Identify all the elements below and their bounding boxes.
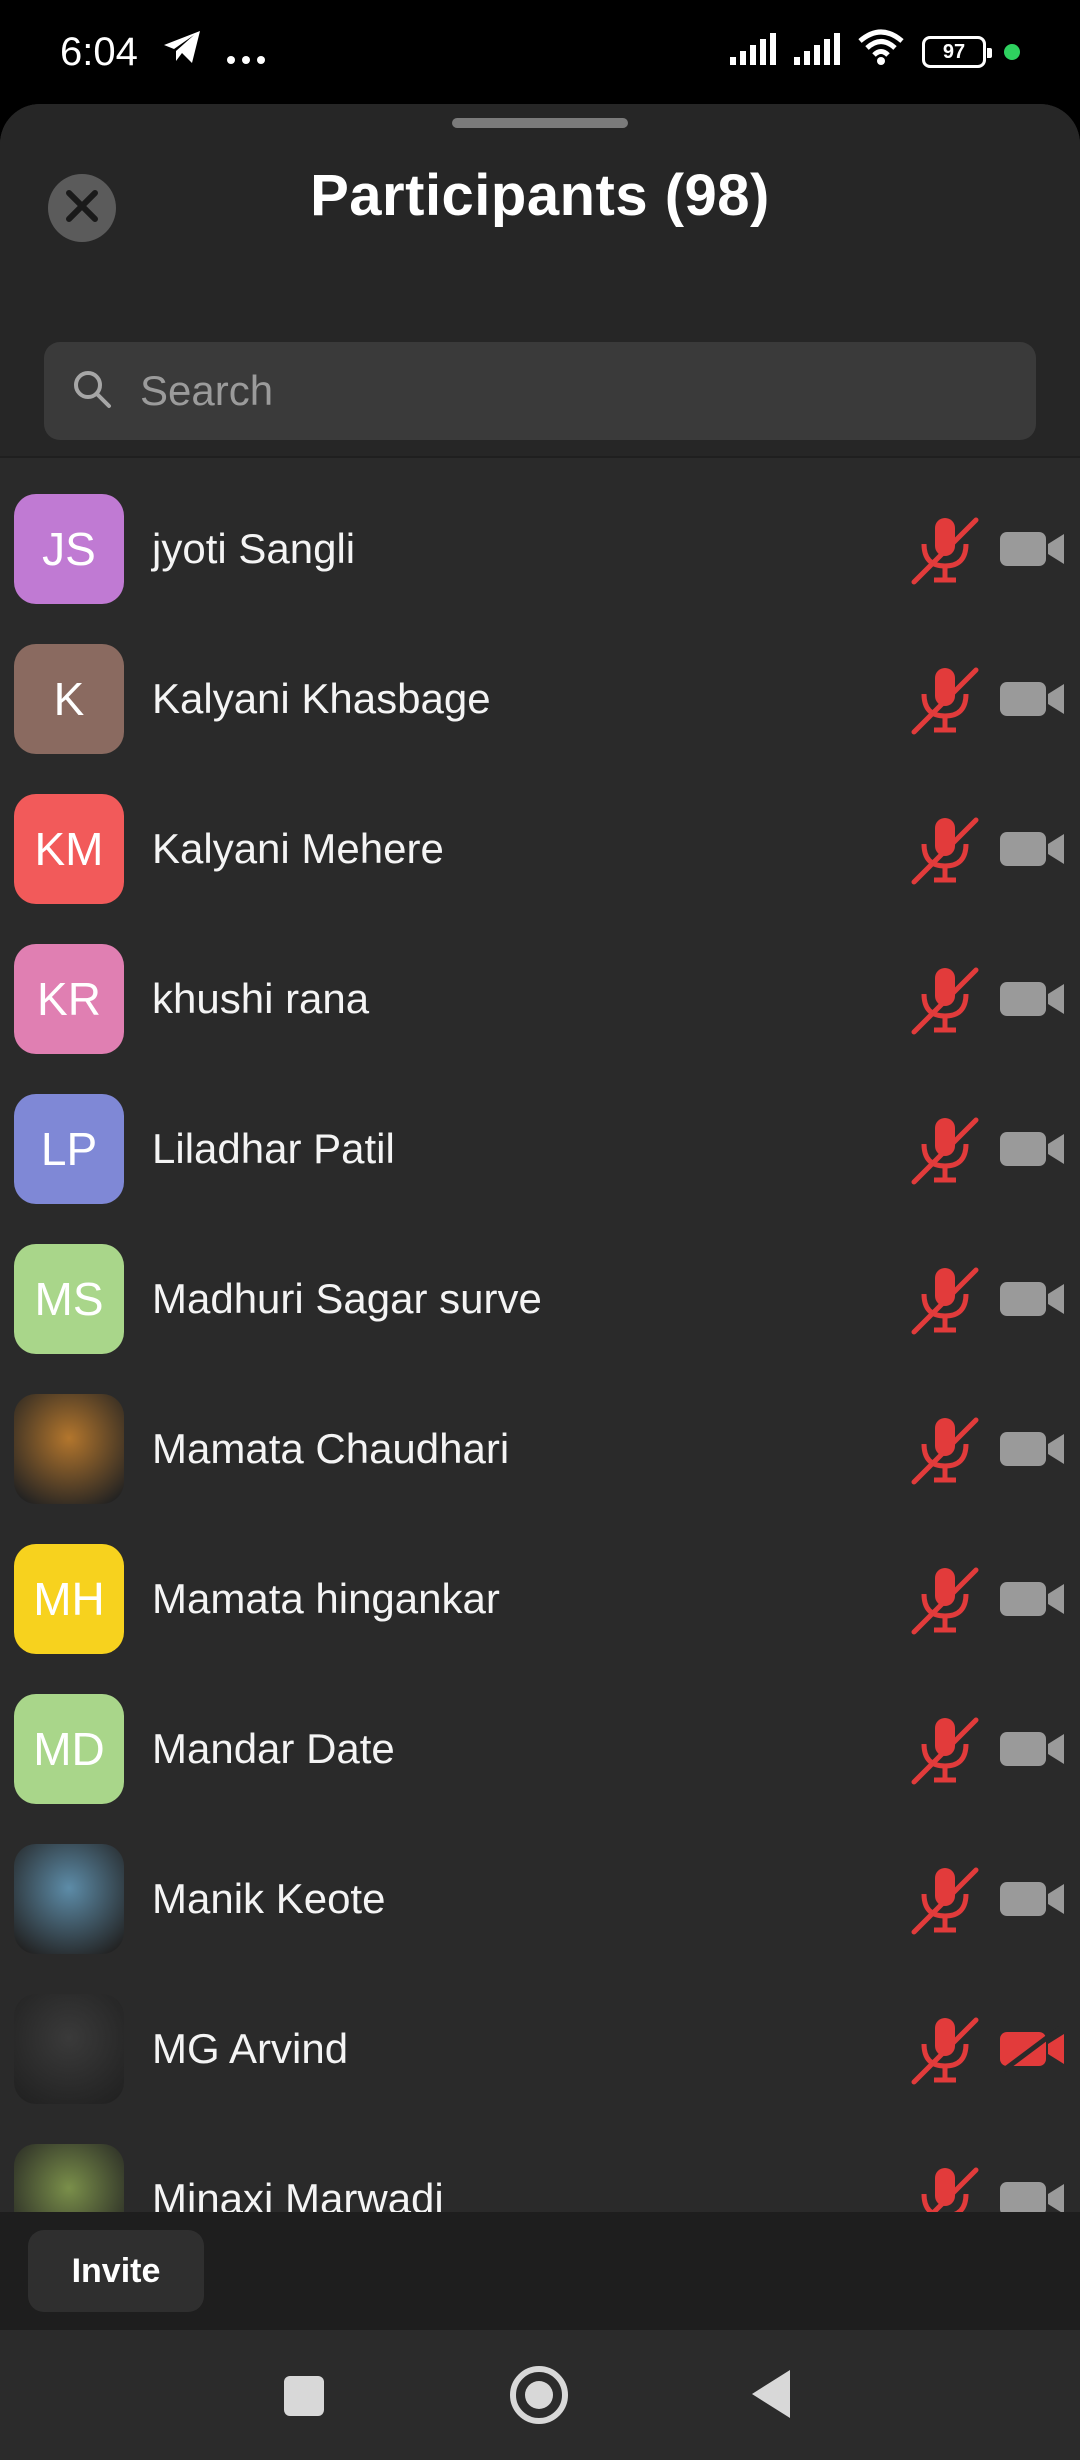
participant-name: khushi rana (152, 975, 370, 1022)
mic-muted-icon[interactable] (910, 1264, 980, 1336)
list-item[interactable]: MS Madhuri Sagar surve (0, 1224, 1080, 1374)
mic-muted-icon[interactable] (910, 1714, 980, 1786)
participant-name: Madhuri Sagar surve (152, 1275, 542, 1322)
mic-muted-icon[interactable] (910, 814, 980, 886)
avatar: LP (14, 1094, 124, 1204)
list-item[interactable]: KM Kalyani Mehere (0, 774, 1080, 924)
avatar-initials: MD (33, 1723, 105, 1775)
avatar-initials: K (53, 673, 85, 725)
avatar (14, 1844, 124, 1954)
participant-name: Kalyani Mehere (152, 825, 444, 872)
back-button[interactable] (752, 2370, 790, 2418)
status-time: 6:04 (60, 29, 138, 74)
video-icon[interactable] (1000, 1576, 1066, 1622)
mic-muted-icon[interactable] (910, 964, 980, 1036)
video-icon[interactable] (1000, 826, 1066, 872)
video-icon[interactable] (1000, 976, 1066, 1022)
sheet-drag-handle[interactable] (452, 118, 628, 128)
participant-name: Liladhar Patil (152, 1125, 395, 1172)
mic-muted-icon[interactable] (910, 1114, 980, 1186)
avatar: KR (14, 944, 124, 1054)
wifi-icon (858, 29, 904, 75)
battery-icon: 97 (922, 36, 992, 68)
list-item[interactable]: MH Mamata hingankar (0, 1524, 1080, 1674)
participants-sheet: Participants (98) Search JS jyoti Sangli K… (0, 104, 1080, 2330)
list-item[interactable]: MD Mandar Date (0, 1674, 1080, 1824)
video-icon[interactable] (1000, 1276, 1066, 1322)
status-bar: 6:04 97 (0, 0, 1080, 104)
list-item[interactable]: Mamata Chaudhari (0, 1374, 1080, 1524)
avatar-initials: MS (34, 1273, 104, 1325)
page-title: Participants (98) (310, 163, 770, 228)
list-item[interactable]: LP Liladhar Patil (0, 1074, 1080, 1224)
mic-muted-icon[interactable] (910, 664, 980, 736)
participant-name: jyoti Sangli (152, 525, 356, 572)
avatar: K (14, 644, 124, 754)
participant-name: MG Arvind (152, 2025, 349, 2072)
mic-muted-icon[interactable] (910, 1564, 980, 1636)
video-icon[interactable] (1000, 1876, 1066, 1922)
avatar-initials: KR (37, 973, 101, 1025)
avatar (14, 1994, 124, 2104)
participant-list[interactable]: JS jyoti Sangli K Kalyani Khasbage KM Kalyani… (0, 456, 1080, 2316)
more-dots-icon (226, 30, 266, 75)
participant-name: Kalyani Khasbage (152, 675, 491, 722)
participant-name: Mamata hingankar (152, 1575, 500, 1622)
home-button[interactable] (510, 2366, 568, 2424)
list-item[interactable]: MG Arvind (0, 1974, 1080, 2124)
list-item[interactable]: Manik Keote (0, 1824, 1080, 1974)
avatar: KM (14, 794, 124, 904)
mic-muted-icon[interactable] (910, 2014, 980, 2086)
sheet-header: Participants (98) Search (0, 104, 1080, 456)
avatar-initials: MH (33, 1573, 105, 1625)
avatar: MS (14, 1244, 124, 1354)
avatar-initials: LP (40, 1123, 98, 1175)
participant-name: Mandar Date (152, 1725, 395, 1772)
avatar (14, 1394, 124, 1504)
video-icon[interactable] (1000, 526, 1066, 572)
avatar: MH (14, 1544, 124, 1654)
search-icon (72, 369, 112, 414)
invite-button[interactable]: Invite (28, 2230, 204, 2312)
privacy-indicator-dot (1004, 44, 1020, 60)
video-icon[interactable] (1000, 1126, 1066, 1172)
recents-button[interactable] (284, 2376, 324, 2416)
signal-icon (730, 30, 776, 75)
system-nav-bar (0, 2330, 1080, 2460)
list-item[interactable]: KR khushi rana (0, 924, 1080, 1074)
search-input[interactable]: Search (44, 342, 1036, 440)
avatar-initials: JS (42, 523, 96, 575)
participant-name: Manik Keote (152, 1875, 386, 1922)
bottom-action-bar: Invite (0, 2212, 1080, 2330)
mic-muted-icon[interactable] (910, 514, 980, 586)
list-item[interactable]: JS jyoti Sangli (0, 474, 1080, 624)
telegram-icon (162, 29, 202, 75)
search-placeholder: Search (140, 367, 274, 414)
battery-level: 97 (942, 40, 966, 63)
list-item[interactable]: K Kalyani Khasbage (0, 624, 1080, 774)
participant-name: Mamata Chaudhari (152, 1425, 510, 1472)
avatar-initials: KM (34, 823, 104, 875)
mic-muted-icon[interactable] (910, 1414, 980, 1486)
avatar: JS (14, 494, 124, 604)
avatar: MD (14, 1694, 124, 1804)
mic-muted-icon[interactable] (910, 1864, 980, 1936)
video-icon[interactable] (1000, 676, 1066, 722)
video-icon[interactable] (1000, 1426, 1066, 1472)
video-icon[interactable] (1000, 1726, 1066, 1772)
signal-icon (794, 30, 840, 75)
video-off-icon[interactable] (1000, 2026, 1066, 2072)
